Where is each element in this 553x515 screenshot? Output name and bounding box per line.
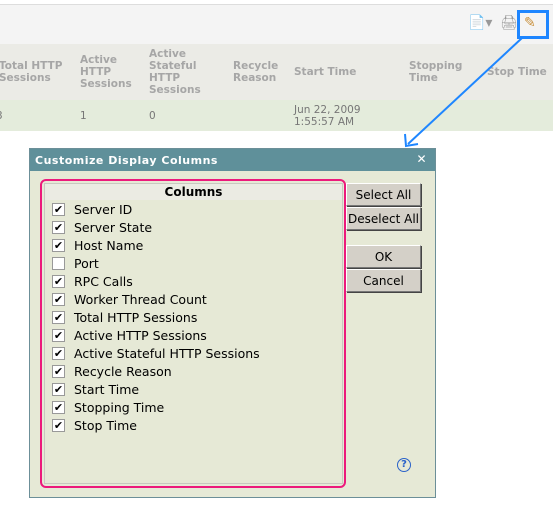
help-icon[interactable]: ? [397, 458, 411, 472]
close-icon[interactable]: ✕ [416, 152, 427, 166]
columns-header: Columns [45, 184, 342, 200]
checkbox[interactable] [52, 256, 65, 270]
columns-list: Columns ✔ Server ID ✔ Server State ✔ Host Nam… [44, 183, 343, 484]
checkbox[interactable]: ✔ [52, 274, 65, 288]
column-option-label: Port [74, 255, 99, 271]
column-option-label: Start Time [74, 381, 140, 397]
column-option[interactable]: ✔ Server State [45, 218, 342, 236]
column-option-label: RPC Calls [74, 273, 133, 289]
column-option[interactable]: ✔ Worker Thread Count [45, 290, 342, 308]
column-option[interactable]: ✔ Recycle Reason [45, 362, 342, 380]
dialog-title-text: Customize Display Columns [35, 153, 218, 167]
column-option[interactable]: ✔ Stopping Time [45, 398, 342, 416]
checkbox[interactable]: ✔ [52, 292, 65, 306]
column-option-label: Host Name [74, 237, 144, 253]
deselect-all-button[interactable]: Deselect All [346, 207, 421, 230]
dialog-title: Customize Display Columns ✕ [30, 149, 435, 171]
column-option-label: Active HTTP Sessions [74, 327, 207, 343]
checkbox[interactable]: ✔ [52, 220, 65, 234]
checkbox[interactable]: ✔ [52, 418, 65, 432]
checkbox[interactable]: ✔ [52, 202, 65, 216]
column-option-label: Worker Thread Count [74, 291, 207, 307]
column-option[interactable]: ✔ Active Stateful HTTP Sessions [45, 344, 342, 362]
column-option[interactable]: ✔ RPC Calls [45, 272, 342, 290]
select-all-button[interactable]: Select All [346, 183, 421, 206]
ok-button[interactable]: OK [346, 245, 421, 268]
cancel-button[interactable]: Cancel [346, 269, 421, 292]
column-option[interactable]: ✔ Active HTTP Sessions [45, 326, 342, 344]
column-option-label: Recycle Reason [74, 363, 172, 379]
column-option[interactable]: ✔ Server ID [45, 200, 342, 218]
column-option-label: Server ID [74, 201, 133, 217]
checkbox[interactable]: ✔ [52, 310, 65, 324]
checkbox[interactable]: ✔ [52, 328, 65, 342]
checkbox[interactable]: ✔ [52, 382, 65, 396]
checkbox[interactable]: ✔ [52, 346, 65, 360]
column-option[interactable]: ✔ Stop Time [45, 416, 342, 434]
customize-columns-dialog: Customize Display Columns ✕ Columns ✔ Ser… [29, 148, 436, 498]
column-option[interactable]: Port [45, 254, 342, 272]
column-option-label: Stop Time [74, 417, 137, 433]
column-option-label: Stopping Time [74, 399, 165, 415]
column-option-label: Active Stateful HTTP Sessions [74, 345, 260, 361]
checkbox[interactable]: ✔ [52, 364, 65, 378]
column-option-label: Total HTTP Sessions [74, 309, 198, 325]
column-option[interactable]: ✔ Host Name [45, 236, 342, 254]
column-option[interactable]: ✔ Start Time [45, 380, 342, 398]
column-option-label: Server State [74, 219, 153, 235]
column-option[interactable]: ✔ Total HTTP Sessions [45, 308, 342, 326]
checkbox[interactable]: ✔ [52, 238, 65, 252]
checkbox[interactable]: ✔ [52, 400, 65, 414]
